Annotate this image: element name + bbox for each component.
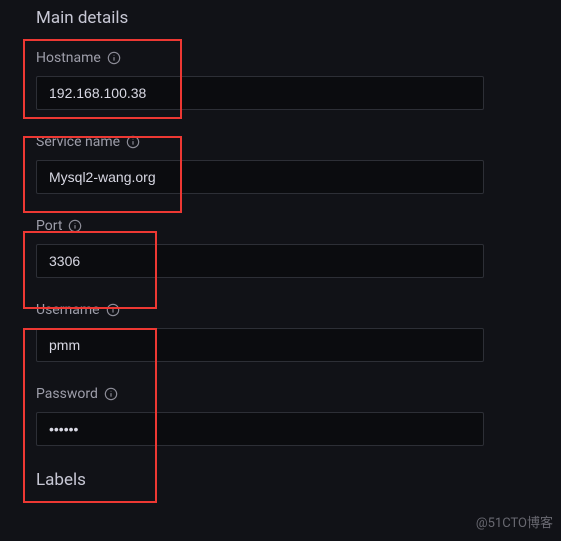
port-input[interactable] [36, 244, 484, 278]
watermark: @51CTO博客 [476, 512, 553, 531]
info-icon[interactable] [126, 135, 140, 149]
hostname-field-group: Hostname [36, 50, 561, 110]
port-label-text: Port [36, 218, 62, 234]
password-input[interactable] [36, 412, 484, 446]
service-name-field-group: Service name [36, 134, 561, 194]
username-label: Username [36, 302, 561, 318]
labels-section-title: Labels [36, 470, 561, 490]
service-name-input[interactable] [36, 160, 484, 194]
main-details-panel: Main details Hostname Service name Port [0, 0, 561, 490]
hostname-label-text: Hostname [36, 50, 101, 66]
info-icon[interactable] [68, 219, 82, 233]
info-icon[interactable] [104, 387, 118, 401]
service-name-label: Service name [36, 134, 561, 150]
password-field-group: Password [36, 386, 561, 446]
password-label: Password [36, 386, 561, 402]
hostname-input[interactable] [36, 76, 484, 110]
password-label-text: Password [36, 386, 98, 402]
service-name-label-text: Service name [36, 134, 120, 150]
username-input[interactable] [36, 328, 484, 362]
username-field-group: Username [36, 302, 561, 362]
username-label-text: Username [36, 302, 100, 318]
hostname-label: Hostname [36, 50, 561, 66]
port-label: Port [36, 218, 561, 234]
section-title: Main details [36, 8, 561, 28]
info-icon[interactable] [106, 303, 120, 317]
info-icon[interactable] [107, 51, 121, 65]
port-field-group: Port [36, 218, 561, 278]
